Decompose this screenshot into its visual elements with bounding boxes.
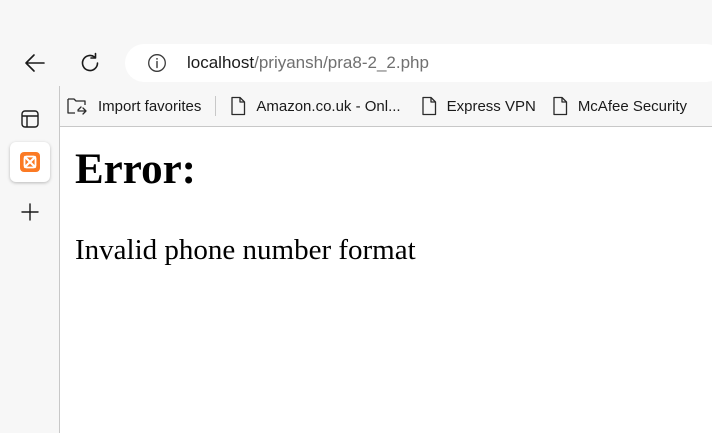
fav-label-import: Import favorites: [98, 97, 202, 115]
fav-label-express-vpn: Express VPN: [446, 97, 536, 115]
toolbar: localhost/priyansh/pra8-2_2.php: [0, 40, 712, 86]
favorite-mcafee[interactable]: McAfee Security: [546, 90, 693, 122]
info-icon[interactable]: [147, 53, 167, 73]
tab-actions-button[interactable]: [10, 99, 50, 139]
favorite-amazon[interactable]: Amazon.co.uk - Onl...: [224, 90, 406, 122]
xampp-icon: [20, 152, 40, 172]
tab-actions-icon: [21, 110, 39, 128]
url-text[interactable]: localhost/priyansh/pra8-2_2.php: [187, 53, 429, 73]
fav-label-mcafee: McAfee Security: [577, 97, 688, 115]
favorites-bar: Import favorites Amazon.co.uk - Onl... E…: [60, 86, 712, 127]
back-button[interactable]: [17, 45, 53, 81]
xampp-tab[interactable]: [10, 142, 50, 182]
arrow-left-icon: [25, 54, 45, 72]
url-host: localhost: [187, 53, 255, 72]
plus-icon: [21, 203, 39, 221]
address-bar[interactable]: localhost/priyansh/pra8-2_2.php: [125, 44, 712, 82]
import-favorites-icon: [67, 98, 87, 115]
url-path: /priyansh/pra8-2_2.php: [254, 53, 429, 72]
favorite-express-vpn[interactable]: Express VPN: [415, 90, 542, 122]
error-message: Invalid phone number format: [75, 234, 416, 266]
fav-label-amazon: Amazon.co.uk - Onl...: [256, 97, 401, 115]
favorites-divider: [215, 96, 217, 116]
title-bar: [0, 0, 712, 40]
vertical-tabs-sidebar: [0, 86, 60, 433]
page-icon: [421, 96, 436, 116]
browser-window: localhost/priyansh/pra8-2_2.php Import f…: [0, 0, 712, 433]
page-icon: [553, 96, 567, 116]
page-content: Error: Invalid phone number format: [60, 127, 712, 433]
refresh-icon: [81, 52, 99, 72]
new-tab-button[interactable]: [10, 192, 50, 232]
refresh-button[interactable]: [72, 45, 108, 81]
import-favorites-button[interactable]: Import favorites: [60, 90, 207, 122]
error-heading: Error:: [75, 146, 196, 193]
page-icon: [231, 96, 246, 116]
